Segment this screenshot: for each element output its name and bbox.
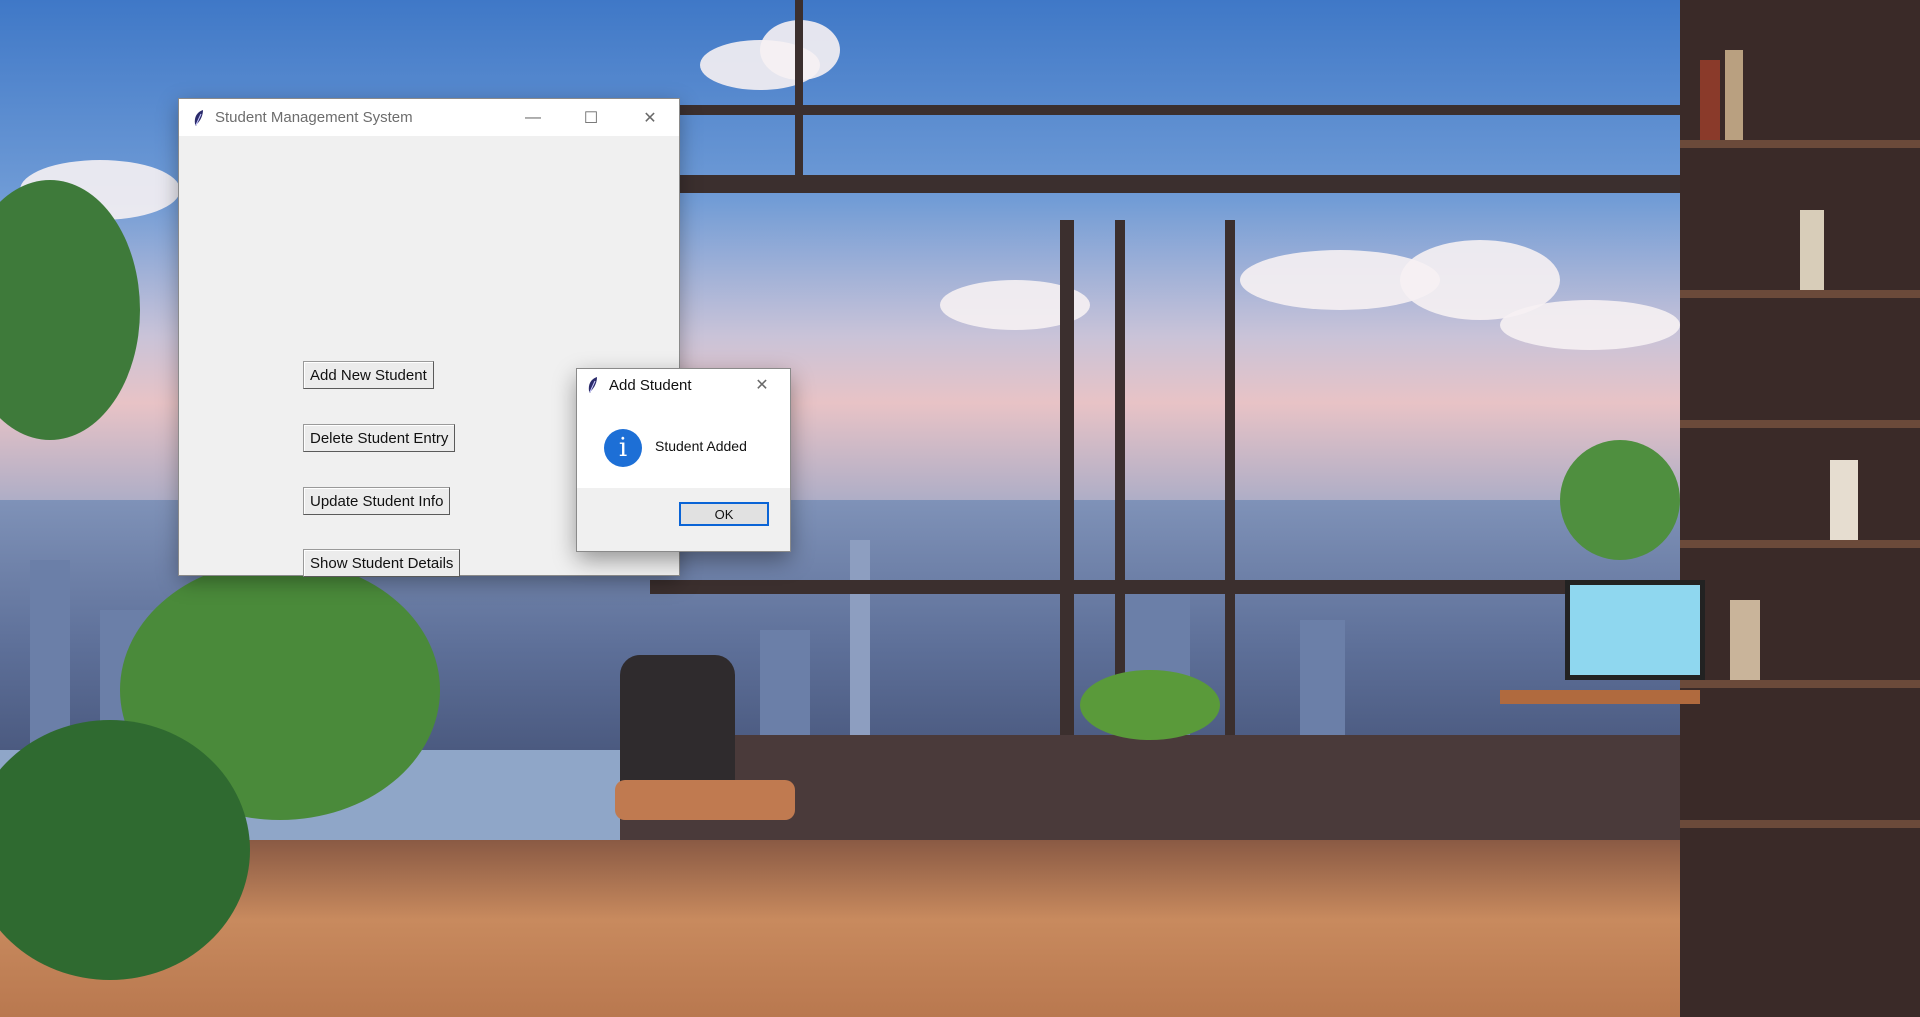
minimize-icon: — (525, 108, 541, 126)
dialog-footer: OK (577, 488, 790, 551)
delete-student-entry-button[interactable]: Delete Student Entry (303, 424, 456, 452)
dialog-message: Student Added (655, 438, 747, 454)
info-icon: i (604, 429, 642, 467)
maximize-icon: ☐ (583, 109, 599, 127)
dialog-title: Add Student (609, 376, 692, 394)
info-icon-glyph: i (618, 433, 628, 463)
update-student-info-button[interactable]: Update Student Info (303, 487, 451, 515)
close-button[interactable]: ✕ (621, 99, 679, 136)
ok-button[interactable]: OK (679, 502, 769, 526)
dialog-body: i Student Added (577, 401, 790, 488)
show-student-details-button[interactable]: Show Student Details (303, 549, 461, 577)
feather-app-icon (194, 109, 203, 126)
window-title: Student Management System (215, 109, 413, 126)
add-new-student-button[interactable]: Add New Student (303, 361, 434, 389)
maximize-button[interactable]: ☐ (562, 99, 620, 136)
dialog-close-button[interactable]: ✕ (737, 369, 787, 401)
dialog-title-bar[interactable]: Add Student ✕ (577, 369, 790, 401)
close-icon: ✕ (643, 109, 657, 127)
add-student-dialog: Add Student ✕ i Student Added OK (577, 369, 790, 551)
feather-app-icon (588, 377, 597, 393)
close-icon: ✕ (755, 377, 769, 394)
title-bar[interactable]: Student Management System — ☐ ✕ (179, 99, 679, 136)
minimize-button[interactable]: — (504, 99, 562, 136)
